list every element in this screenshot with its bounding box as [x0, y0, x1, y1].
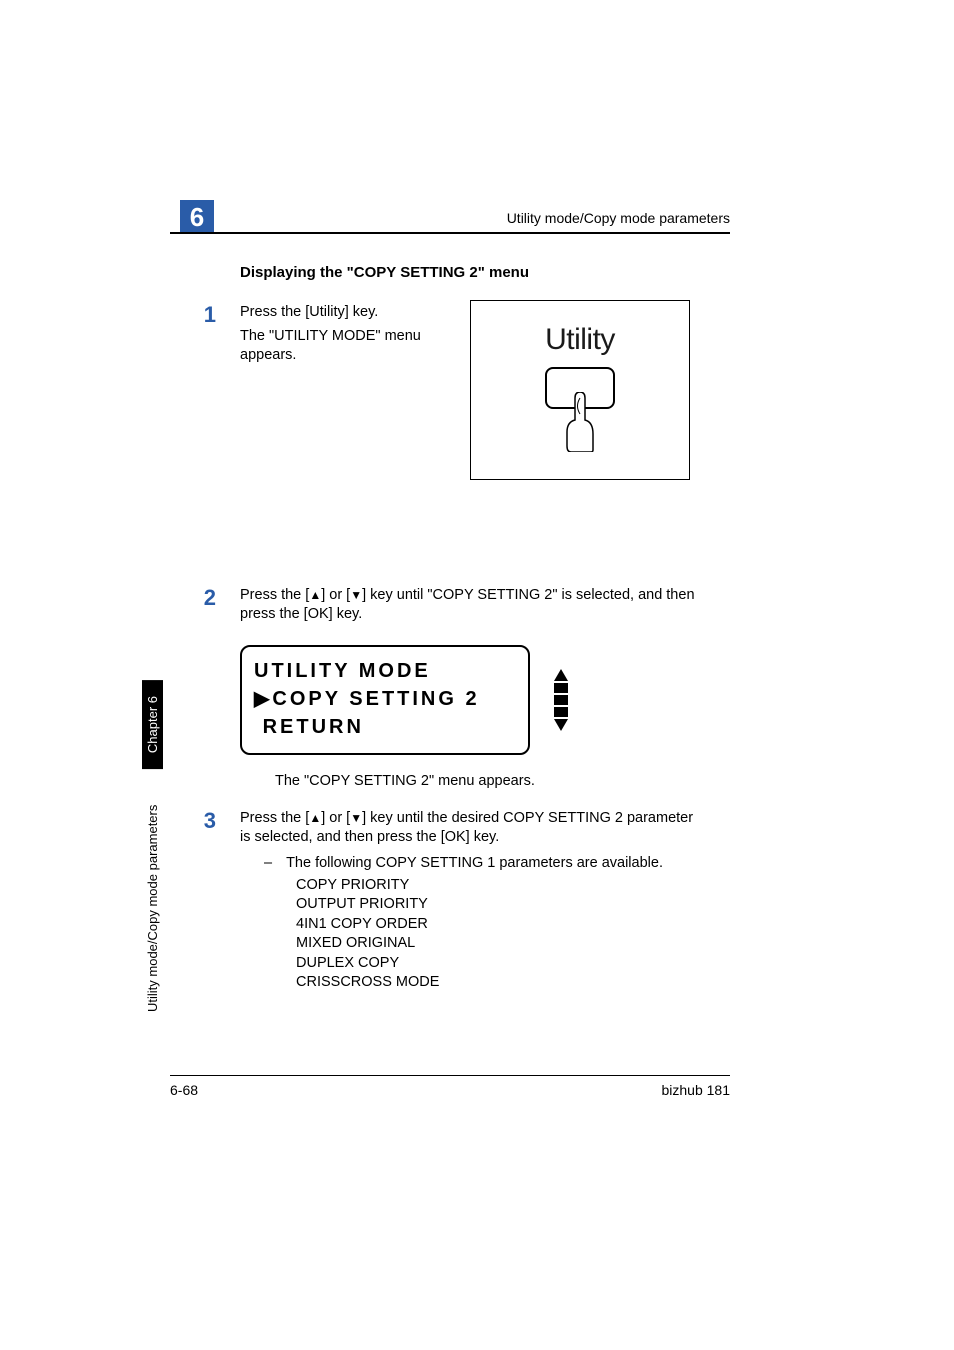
step-2: 2 Press the [▲] or [▼] key until "COPY S…: [170, 586, 730, 625]
text-fragment: Press the [: [240, 587, 309, 603]
model-name: bizhub 181: [661, 1082, 730, 1098]
down-triangle-icon: ▼: [350, 811, 362, 825]
running-head: Utility mode/Copy mode parameters: [170, 210, 730, 226]
bullet-dash: –: [264, 854, 272, 874]
list-item: COPY PRIORITY: [296, 876, 700, 896]
finger-press-icon: [563, 392, 597, 452]
lcd-screen: UTILITY MODE ▶COPY SETTING 2 RETURN: [240, 645, 530, 755]
lcd-indent: [254, 716, 263, 738]
lcd-scroll-indicator: [554, 669, 568, 731]
lcd-text: COPY SETTING 2: [272, 688, 479, 710]
side-tabs: Chapter 6 Utility mode/Copy mode paramet…: [142, 680, 164, 1040]
step-3-text: Press the [▲] or [▼] key until the desir…: [240, 809, 700, 848]
page-footer: 6-68 bizhub 181: [170, 1075, 730, 1098]
step-1-line1: Press the [Utility] key.: [240, 303, 440, 323]
down-arrow-icon: [554, 719, 568, 731]
lcd-line-2: ▶COPY SETTING 2: [254, 685, 516, 713]
list-item: 4IN1 COPY ORDER: [296, 915, 700, 935]
text-fragment: Press the [: [240, 810, 309, 826]
step-2-text: Press the [▲] or [▼] key until "COPY SET…: [240, 586, 700, 625]
bullet-text: The following COPY SETTING 1 parameters …: [286, 854, 663, 874]
lcd-figure: UTILITY MODE ▶COPY SETTING 2 RETURN: [240, 645, 730, 755]
lcd-cursor-icon: ▶: [254, 688, 272, 710]
step-1-line2: The "UTILITY MODE" menu appears.: [240, 327, 440, 366]
up-triangle-icon: ▲: [309, 588, 321, 602]
step-3: 3 Press the [▲] or [▼] key until the des…: [170, 809, 730, 993]
chapter-tab: Chapter 6: [142, 680, 163, 769]
utility-button-icon: [545, 367, 615, 409]
scroll-block-icon: [554, 707, 568, 717]
up-arrow-icon: [554, 669, 568, 681]
step-3-bullet: – The following COPY SETTING 1 parameter…: [264, 854, 700, 993]
section-tab: Utility mode/Copy mode parameters: [142, 773, 163, 1043]
lcd-line-1: UTILITY MODE: [254, 657, 516, 685]
up-triangle-icon: ▲: [309, 811, 321, 825]
step-number: 2: [170, 586, 240, 625]
lcd-text: RETURN: [263, 716, 364, 738]
step-number: 1: [170, 303, 240, 366]
section-title: Displaying the "COPY SETTING 2" menu: [240, 264, 730, 281]
utility-key-figure: Utility: [470, 300, 690, 480]
header-rule: [170, 232, 730, 234]
text-fragment: ] or [: [321, 810, 350, 826]
scroll-block-icon: [554, 695, 568, 705]
list-item: CRISSCROSS MODE: [296, 973, 700, 993]
scroll-block-icon: [554, 683, 568, 693]
parameter-list: COPY PRIORITY OUTPUT PRIORITY 4IN1 COPY …: [296, 876, 700, 993]
list-item: DUPLEX COPY: [296, 954, 700, 974]
text-fragment: ] or [: [321, 587, 350, 603]
lcd-line-3: RETURN: [254, 713, 516, 741]
down-triangle-icon: ▼: [350, 588, 362, 602]
step-2-result: The "COPY SETTING 2" menu appears.: [275, 773, 730, 789]
utility-key-label: Utility: [471, 323, 689, 357]
list-item: OUTPUT PRIORITY: [296, 895, 700, 915]
page-number: 6-68: [170, 1082, 198, 1098]
list-item: MIXED ORIGINAL: [296, 934, 700, 954]
step-number: 3: [170, 809, 240, 993]
